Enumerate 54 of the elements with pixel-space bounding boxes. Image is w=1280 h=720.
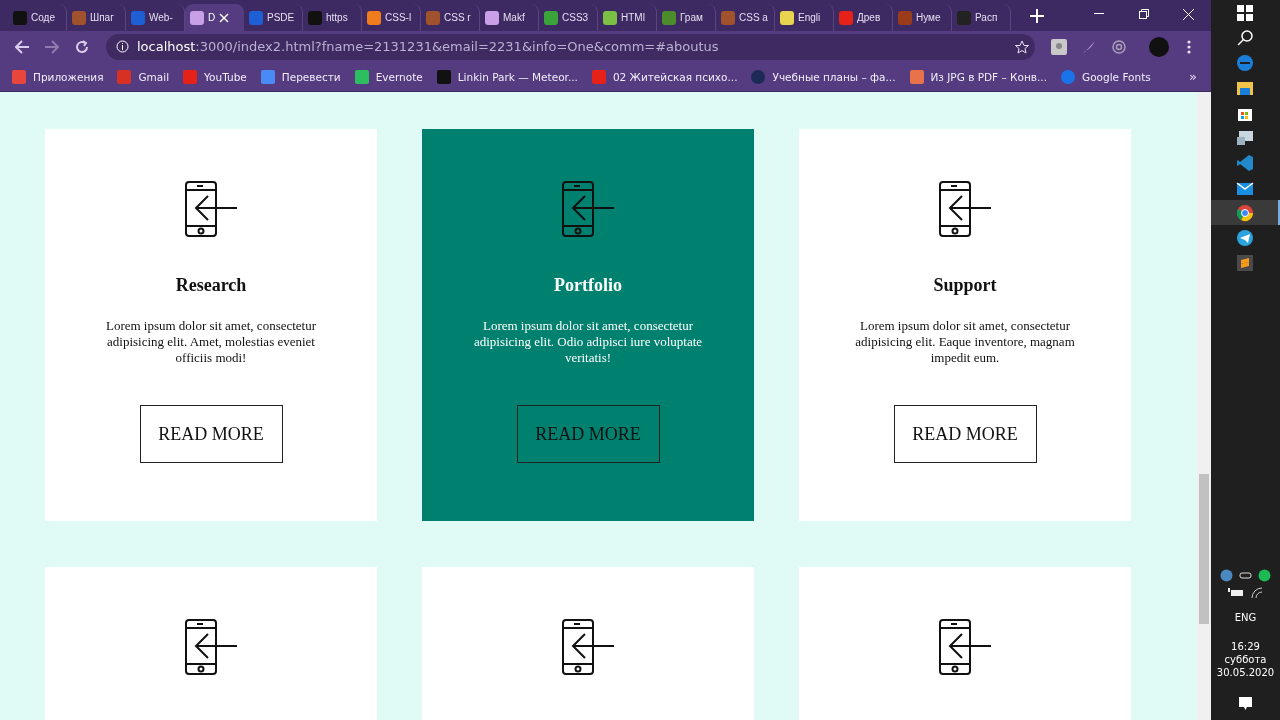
card-text: Lorem ipsum dolor sit amet, consectetur adipisicing elit. Odio adipisci iure voluptate veritatis! [473,318,703,366]
bookmark-link[interactable]: YouTube [183,69,247,84]
read-more-button[interactable]: READ MORE [139,405,283,463]
monitor-icon [1235,128,1254,147]
plus-icon [1030,8,1044,23]
bookmark-link[interactable]: 02 Житейская психо... [591,69,738,84]
language-indicator[interactable]: ENG [1234,611,1257,624]
bookmark-link[interactable]: Перевести [260,69,341,84]
bookmark-link[interactable]: Gmail [117,69,170,84]
clock-time: 16:29 [1231,640,1260,653]
forward-arrow-icon [45,39,59,54]
url-text: localhost:3000/index2.html?fname=2131231&email=2231&info=One&comm=#aboutus [137,39,720,54]
info-icon [116,40,129,53]
chrome-icon [1235,203,1254,222]
close-icon[interactable] [219,12,230,23]
address-bar[interactable]: localhost:3000/index2.html?fname=2131231&email=2231&info=One&comm=#aboutus [106,33,1035,60]
card-title: Portfolio [554,275,622,296]
card-text: Lorem ipsum dolor sit amet, consectetur adipisicing elit. Eaque inventore, magnam impedit eum. [854,318,1076,366]
bookmark-link[interactable]: Evernote [354,69,423,84]
phone-arrow-icon [937,619,993,675]
search-icon [1235,28,1254,47]
close-icon [1183,8,1194,20]
taskbar-button[interactable] [1211,200,1280,225]
phone-arrow-icon [560,181,616,237]
clock-weekday: суббота [1224,653,1267,666]
phone-arrow-icon [560,619,616,675]
browser-tab[interactable]: D [185,4,244,31]
scrollbar[interactable] [1197,92,1211,720]
bookmark-link[interactable]: Linkin Park — Meteor... [436,69,578,84]
card-title: Support [933,275,997,296]
read-more-button[interactable]: READ MORE [893,405,1037,463]
reload-icon [75,39,89,54]
battery-icon[interactable] [1228,586,1244,599]
bookmark-link[interactable]: Учебные планы – фа... [751,69,896,84]
card-text: Lorem ipsum dolor sit amet, consectetur adipisicing elit. Amet, molestias eveniet officiis modi! [104,318,318,366]
read-more-button[interactable]: READ MORE [516,405,660,463]
phone-arrow-icon [183,619,239,675]
star-icon[interactable] [1015,39,1029,54]
wifi-icon[interactable] [1250,586,1263,599]
clock-date: 30.05.2020 [1216,666,1275,679]
notification-icon[interactable] [1239,697,1252,710]
minimize-icon [1093,13,1104,15]
windows-icon [1235,3,1254,22]
more-bookmarks-button[interactable]: » [1189,69,1197,84]
bookmark-link[interactable]: Google Fonts [1061,69,1151,84]
bookmark-link[interactable]: Приложения [12,69,104,84]
back-arrow-icon [15,39,29,54]
phone-arrow-icon [937,181,993,237]
phone-arrow-icon [183,181,239,237]
restore-icon [1138,9,1149,19]
bookmark-link[interactable]: Из JPG в PDF – Конв... [909,69,1048,84]
code-editor-icon [1235,153,1254,172]
card-title: Research [175,275,247,296]
paper-plane-icon [1235,228,1254,247]
